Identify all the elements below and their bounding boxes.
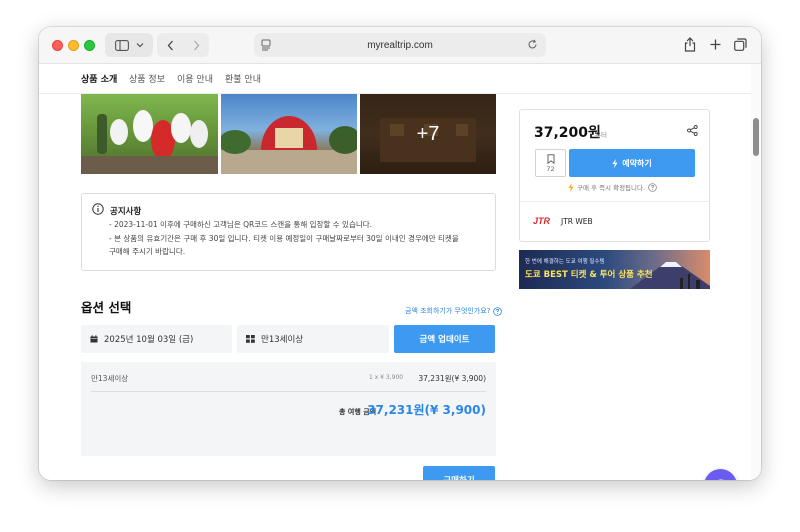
notice-box: 공지사항 - 2023-11-01 이후에 구매하신 고객님은 QR코드 스캔을… <box>81 193 496 271</box>
summary-item-unit: 1 x ¥ 3,900 <box>369 374 404 381</box>
chevron-left-icon <box>167 40 173 50</box>
bookmark-icon <box>547 153 554 164</box>
chat-button[interactable] <box>704 469 737 480</box>
gallery-image-3[interactable]: +7 <box>360 94 496 174</box>
price-suffix: 부터 <box>595 131 607 139</box>
update-price-button[interactable]: 금액 업데이트 <box>394 325 495 353</box>
reserve-label: 예약하기 <box>622 158 652 168</box>
sidebar-toggle-button[interactable] <box>105 33 153 57</box>
close-window-button[interactable] <box>52 40 63 51</box>
card-divider <box>520 201 709 202</box>
tab-overview-icon[interactable] <box>734 38 747 51</box>
price-summary: 만13세이상 1 x ¥ 3,900 37,231원(¥ 3,900) 총 여행… <box>81 362 496 456</box>
notice-line-3: 구매해 주시기 바랍니다. <box>109 247 186 256</box>
gallery-image-2[interactable] <box>221 94 357 174</box>
navigation-buttons <box>157 33 209 57</box>
page-settings-icon <box>261 39 271 51</box>
reserve-button[interactable]: 예약하기 <box>569 149 695 177</box>
price-help-link[interactable]: 금액 조회하기가 무엇인가요? <box>405 306 503 316</box>
address-bar[interactable]: myrealtrip.com <box>254 33 546 57</box>
option-section-title: 옵션 선택 <box>81 300 132 315</box>
moomin-characters-image <box>81 110 218 174</box>
banner-subtitle: 한 번에 해결하는 도쿄 여행 필수템 <box>525 259 605 265</box>
info-icon <box>92 203 104 215</box>
notice-line-1: - 2023-11-01 이후에 구매하신 고객님은 QR코드 스캔을 통해 입… <box>109 220 373 229</box>
booking-card: 37,200원 부터 72 예약하기 구매 후 즉시 확정됩니다. JTR JT… <box>519 109 710 242</box>
tab-product-info[interactable]: 상품 정보 <box>129 72 165 85</box>
scrollbar-thumb[interactable] <box>753 118 759 156</box>
tokyo-promo-banner[interactable]: 한 번에 해결하는 도쿄 여행 필수템 도쿄 BEST 티켓 & 투어 상품 추… <box>519 250 710 289</box>
reload-icon[interactable] <box>527 39 538 50</box>
share-nodes-icon[interactable] <box>687 125 698 136</box>
help-circle-icon[interactable] <box>648 182 657 192</box>
lightning-icon <box>568 182 574 192</box>
wishlist-button[interactable]: 72 <box>535 149 566 177</box>
zoom-window-button[interactable] <box>84 40 95 51</box>
wishlist-count: 72 <box>546 164 555 173</box>
grid-icon <box>246 335 255 343</box>
share-icon[interactable] <box>684 37 696 52</box>
chevron-right-icon <box>193 40 199 50</box>
age-selector[interactable]: 만13세이상 <box>237 325 389 353</box>
url-text: myrealtrip.com <box>367 39 433 51</box>
instant-confirm-text: 구매 후 즉시 확정됩니다. <box>577 184 646 192</box>
age-value: 만13세이상 <box>261 335 304 345</box>
minimize-window-button[interactable] <box>68 40 79 51</box>
seller-logo: JTR <box>533 216 551 226</box>
banner-title: 도쿄 BEST 티켓 & 투어 상품 추천 <box>525 270 653 280</box>
summary-divider <box>91 391 486 392</box>
instant-confirm-note: 구매 후 즉시 확정됩니다. <box>568 182 657 192</box>
calendar-icon <box>90 335 98 343</box>
summary-item-label: 만13세이상 <box>91 374 129 383</box>
tab-product-intro[interactable]: 상품 소개 <box>81 72 117 85</box>
browser-toolbar: myrealtrip.com <box>39 27 761 64</box>
more-images-overlay[interactable]: +7 <box>360 94 496 174</box>
price-help-link-text: 금액 조회하기가 무엇인가요? <box>405 307 491 315</box>
back-button[interactable] <box>157 33 183 57</box>
stage-dome-image <box>221 116 357 174</box>
date-selector[interactable]: 2025년 10월 03일 (금) <box>81 325 232 353</box>
date-value: 2025년 10월 03일 (금) <box>104 335 194 345</box>
notice-title: 공지사항 <box>110 207 142 217</box>
forward-button[interactable] <box>183 33 209 57</box>
help-circle-icon <box>493 306 503 316</box>
tab-refund-guide[interactable]: 환불 안내 <box>225 72 261 85</box>
buy-button[interactable]: 구매하기 <box>423 466 495 480</box>
sidebar-icon <box>114 39 129 51</box>
product-tabs: 상품 소개 상품 정보 이용 안내 환불 안내 <box>39 64 751 94</box>
price-value: 37,200원 <box>534 125 601 141</box>
chevron-down-icon <box>136 43 143 48</box>
lightning-icon <box>612 158 618 168</box>
browser-window: myrealtrip.com +7 상품 소개 상품 정보 이용 안내 환불 안… <box>39 27 761 480</box>
seller-name[interactable]: JTR WEB <box>561 217 593 226</box>
summary-item-price: 37,231원(¥ 3,900) <box>418 374 486 383</box>
chat-bubble-icon <box>716 479 725 480</box>
new-tab-icon[interactable] <box>710 39 721 50</box>
notice-line-2: - 본 상품의 유효기간은 구매 후 30일 입니다. 티켓 이용 예정일이 구… <box>109 234 459 243</box>
page-content: +7 상품 소개 상품 정보 이용 안내 환불 안내 공지사항 - 2023-1… <box>39 64 761 480</box>
tab-usage-guide[interactable]: 이용 안내 <box>177 72 213 85</box>
gallery-image-1[interactable] <box>81 94 218 174</box>
total-value: 37,231원(¥ 3,900) <box>367 403 486 417</box>
